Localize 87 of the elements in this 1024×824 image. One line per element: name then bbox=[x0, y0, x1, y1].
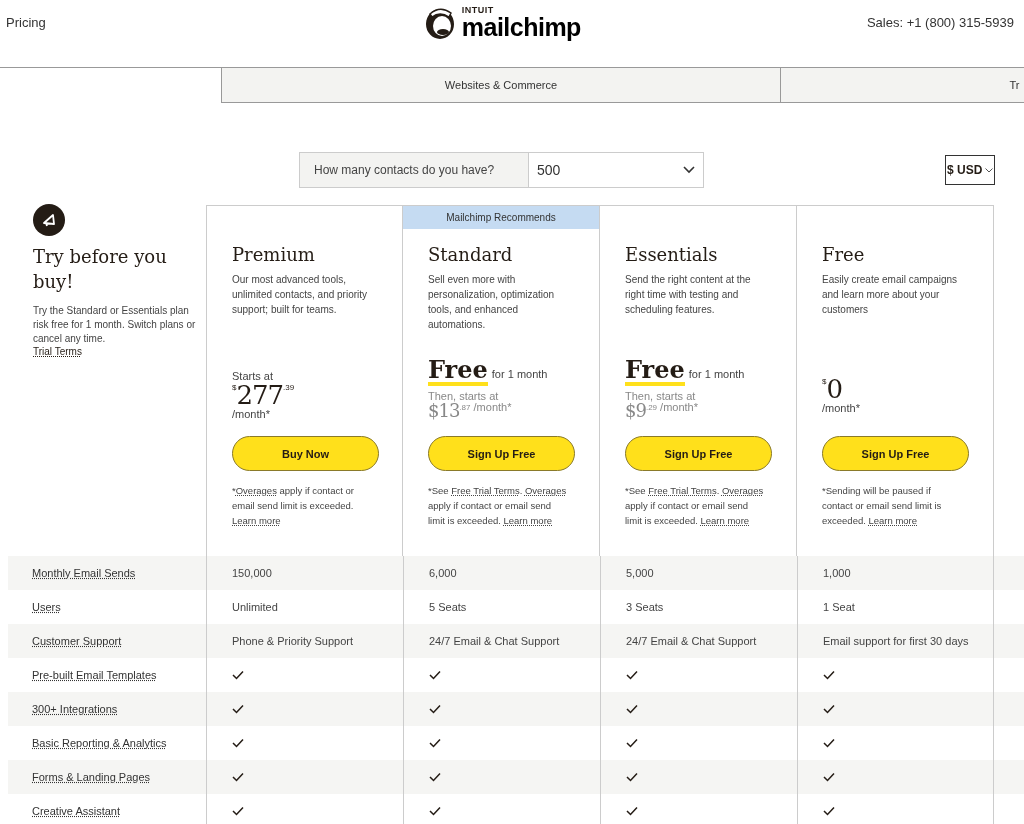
feature-label[interactable]: Monthly Email Sends bbox=[8, 567, 136, 579]
plan-button[interactable]: Buy Now bbox=[232, 436, 379, 471]
check-icon bbox=[626, 772, 638, 782]
price-label: Then, starts at bbox=[428, 390, 500, 402]
check-icon bbox=[626, 738, 638, 748]
footnote-link[interactable]: Overages bbox=[722, 485, 764, 496]
footnote-link[interactable]: Learn more bbox=[503, 515, 553, 526]
megaphone-icon bbox=[33, 204, 65, 236]
free-headline: Free bbox=[428, 358, 488, 386]
plan-footnote: *Sending will be paused if contact or email send limit is exceeded. Learn more bbox=[822, 484, 943, 528]
table-cell: 3 Seats bbox=[626, 601, 664, 613]
plan-footnote: *See Free Trial Terms. Overages apply if contact or email send limit is exceeded. Learn more bbox=[625, 484, 765, 528]
check-icon bbox=[626, 670, 638, 680]
table-cell: 5 Seats bbox=[429, 601, 467, 613]
plan-name: Premium bbox=[232, 243, 316, 267]
category-tab[interactable]: Tr bbox=[781, 68, 1024, 103]
intro-text: Try the Standard or Essentials plan risk free for 1 month. Switch plans or cancel any time. bbox=[33, 304, 197, 346]
plan-name: Free bbox=[822, 243, 866, 267]
plan-name: Standard bbox=[428, 243, 514, 267]
price-period: /month* bbox=[232, 408, 271, 420]
plan-name: Essentials bbox=[625, 243, 719, 267]
footnote-link[interactable]: Free Trial Terms bbox=[648, 485, 717, 496]
trial-duration: for 1 month bbox=[688, 368, 745, 380]
footnote-link[interactable]: Overages bbox=[525, 485, 567, 496]
feature-label[interactable]: Pre-built Email Templates bbox=[8, 669, 157, 681]
check-icon bbox=[429, 670, 441, 680]
currency-select[interactable]: $ USD bbox=[945, 155, 995, 185]
check-icon bbox=[429, 704, 441, 714]
plan-footnote: *See Free Trial Terms. Overages apply if contact or email send limit is exceeded. Learn more bbox=[428, 484, 568, 528]
check-icon bbox=[626, 704, 638, 714]
check-icon bbox=[232, 772, 244, 782]
table-cell: 6,000 bbox=[429, 567, 457, 579]
table-cell: 1,000 bbox=[823, 567, 851, 579]
footnote-link[interactable]: Free Trial Terms bbox=[451, 485, 520, 496]
plan-button[interactable]: Sign Up Free bbox=[625, 436, 772, 471]
trial-duration: for 1 month bbox=[491, 368, 548, 380]
check-icon bbox=[823, 738, 835, 748]
check-icon bbox=[232, 806, 244, 816]
footnote-link[interactable]: Learn more bbox=[232, 515, 281, 526]
check-icon bbox=[232, 704, 244, 714]
plan-button[interactable]: Sign Up Free bbox=[822, 436, 969, 471]
footnote-link[interactable]: Learn more bbox=[700, 515, 750, 526]
check-icon bbox=[232, 738, 244, 748]
check-icon bbox=[429, 806, 441, 816]
price: $0 bbox=[822, 376, 843, 402]
plan-description: Send the right content at the right time with testing and scheduling features. bbox=[625, 273, 752, 317]
recommended-banner: Mailchimp Recommends bbox=[403, 206, 599, 229]
table-cell: 24/7 Email & Chat Support bbox=[429, 635, 560, 647]
intro-title: Try before you buy! bbox=[33, 245, 168, 294]
chevron-down-icon bbox=[985, 167, 993, 173]
plan-description: Our most advanced tools, unlimited contacts, and priority support; built for teams. bbox=[232, 273, 369, 317]
check-icon bbox=[823, 772, 835, 782]
feature-label[interactable]: Users bbox=[8, 601, 61, 613]
plan-footnote: *Overages apply if contact or email send limit is exceeded. Learn more bbox=[232, 484, 355, 528]
plan-description: Easily create email campaigns and learn more about your customers bbox=[822, 273, 959, 317]
price-label: Then, starts at bbox=[625, 390, 697, 402]
table-cell: 150,000 bbox=[232, 567, 272, 579]
footnote-link[interactable]: Learn more bbox=[868, 515, 918, 526]
free-headline: Free bbox=[625, 358, 685, 386]
plan-button[interactable]: Sign Up Free bbox=[428, 436, 575, 471]
feature-label[interactable]: Basic Reporting & Analytics bbox=[8, 737, 167, 749]
check-icon bbox=[429, 738, 441, 748]
brand-logo: INTUIT mailchimp bbox=[461, 5, 581, 40]
table-cell: 1 Seat bbox=[823, 601, 855, 613]
feature-label[interactable]: Forms & Landing Pages bbox=[8, 771, 150, 783]
price-label: Starts at bbox=[232, 370, 274, 382]
check-icon bbox=[823, 670, 835, 680]
check-icon bbox=[823, 806, 835, 816]
trial-terms-link[interactable]: Trial Terms bbox=[33, 346, 82, 357]
footnote-link[interactable]: Overages bbox=[235, 485, 277, 496]
feature-label[interactable]: Creative Assistant bbox=[8, 805, 121, 817]
table-cell: 24/7 Email & Chat Support bbox=[626, 635, 757, 647]
price-period: /month* bbox=[822, 402, 861, 414]
table-cell: Phone & Priority Support bbox=[232, 635, 354, 647]
plan-description: Sell even more with personalization, optimization tools, and enhanced automations. bbox=[428, 273, 556, 332]
check-icon bbox=[429, 772, 441, 782]
check-icon bbox=[626, 806, 638, 816]
category-tab[interactable]: Websites & Commerce bbox=[221, 68, 781, 103]
table-cell: Email support for first 30 days bbox=[823, 635, 969, 647]
sales-phone: Sales: +1 (800) 315-5939 bbox=[866, 15, 1014, 30]
check-icon bbox=[232, 670, 244, 680]
table-cell: Unlimited bbox=[232, 601, 278, 613]
check-icon bbox=[823, 704, 835, 714]
nav-link[interactable]: Pricing bbox=[6, 15, 46, 30]
feature-label[interactable]: 300+ Integrations bbox=[8, 703, 118, 715]
table-cell: 5,000 bbox=[626, 567, 654, 579]
feature-label[interactable]: Customer Support bbox=[8, 635, 122, 647]
